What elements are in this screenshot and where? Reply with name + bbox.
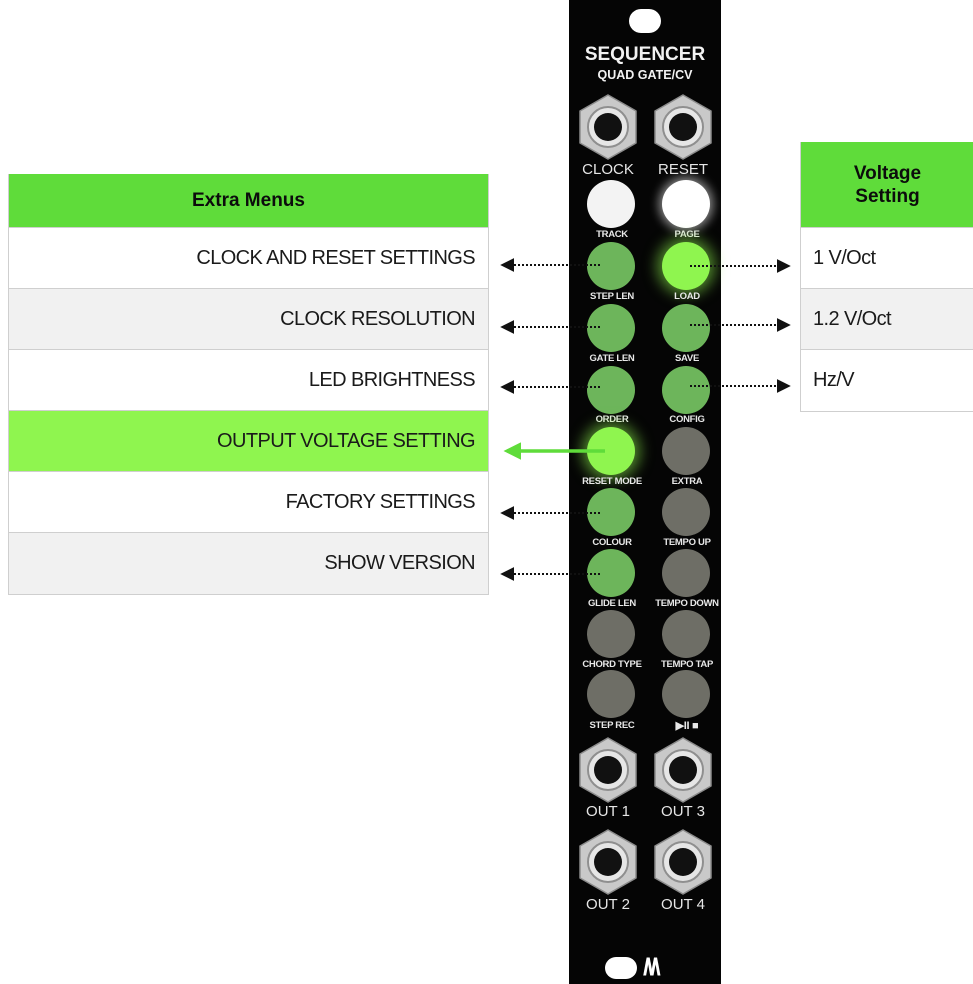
arrow-overlay — [500, 258, 791, 581]
